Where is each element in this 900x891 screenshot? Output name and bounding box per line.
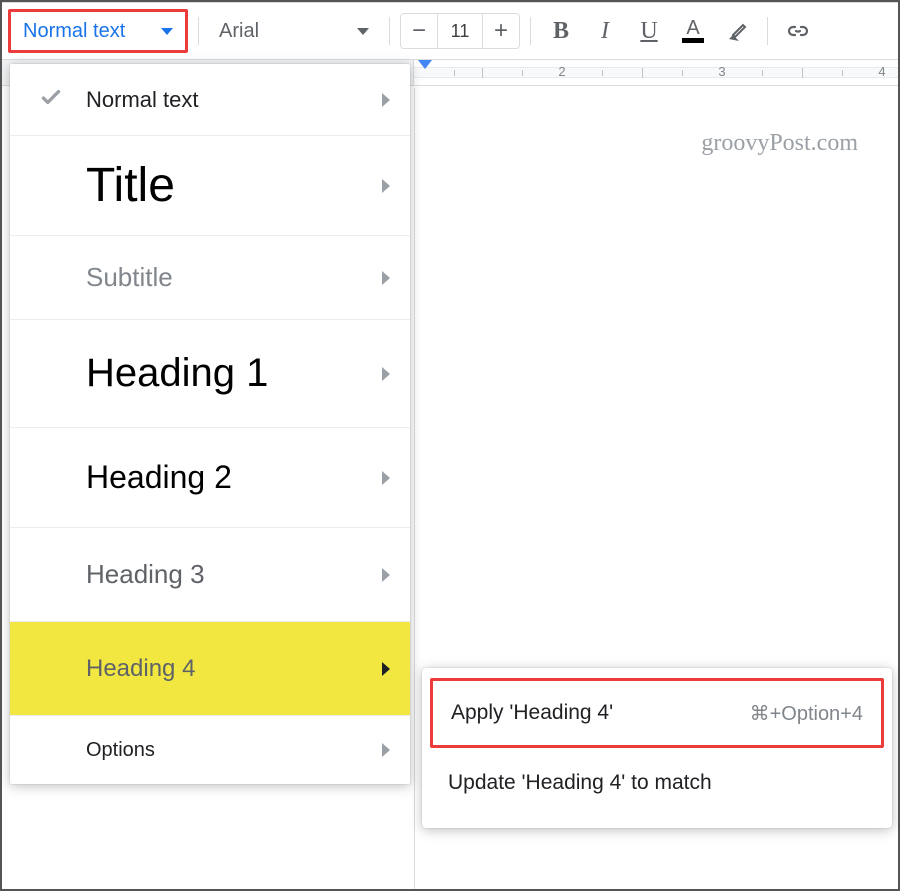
text-color-letter: A [686,19,699,37]
style-option-heading-1[interactable]: Heading 1 [10,320,410,428]
toolbar: Normal text Arial − + B I U A [2,2,898,60]
font-family-dropdown[interactable]: Arial [209,11,379,51]
bold-button[interactable]: B [541,11,581,51]
checkmark-icon [38,84,64,115]
paragraph-styles-label: Normal text [23,20,125,43]
style-option-label: Title [86,158,382,213]
toolbar-separator [198,17,199,45]
submenu-arrow-icon [382,471,390,485]
style-option-heading-2[interactable]: Heading 2 [10,428,410,528]
update-heading-4-item[interactable]: Update 'Heading 4' to match [422,748,892,818]
style-option-label: Subtitle [86,262,382,293]
style-option-label: Heading 4 [86,655,382,683]
ruler-number: 2 [558,64,565,79]
style-option-options[interactable]: Options [10,716,410,784]
style-option-subtitle[interactable]: Subtitle [10,236,410,320]
font-size-group: − + [400,13,520,49]
toolbar-separator [767,17,768,45]
heading-4-submenu: Apply 'Heading 4' ⌘+Option+4 Update 'Hea… [422,668,892,828]
style-option-label: Normal text [86,87,382,113]
style-option-label: Heading 2 [86,459,382,496]
italic-button[interactable]: I [585,11,625,51]
caret-down-icon [357,28,369,35]
submenu-arrow-icon [382,179,390,193]
watermark: groovyPost.com [701,130,858,157]
highlight-color-button[interactable] [717,11,757,51]
toolbar-separator [530,17,531,45]
style-option-label: Heading 1 [86,351,382,396]
paragraph-styles-dropdown[interactable]: Normal text [8,9,188,53]
underline-button[interactable]: U [629,11,669,51]
submenu-arrow-icon [382,367,390,381]
style-option-heading-3[interactable]: Heading 3 [10,528,410,622]
style-option-label: Heading 3 [86,559,382,590]
first-line-indent-marker[interactable] [418,60,432,69]
increase-font-size-button[interactable]: + [483,14,519,48]
insert-link-button[interactable] [778,11,818,51]
apply-heading-4-item[interactable]: Apply 'Heading 4' ⌘+Option+4 [430,678,884,748]
submenu-arrow-icon [382,662,390,676]
toolbar-separator [389,17,390,45]
ruler-number: 4 [878,64,885,79]
submenu-arrow-icon [382,271,390,285]
ruler-number: 3 [718,64,725,79]
style-option-label: Options [86,739,382,762]
font-family-label: Arial [219,20,259,43]
text-color-button[interactable]: A [673,11,713,51]
style-option-title[interactable]: Title [10,136,410,236]
font-size-input[interactable] [437,14,483,48]
decrease-font-size-button[interactable]: − [401,14,437,48]
submenu-item-label: Update 'Heading 4' to match [448,771,866,795]
paragraph-styles-menu: Normal text Title Subtitle Heading 1 Hea… [10,64,410,784]
style-option-normal-text[interactable]: Normal text [10,64,410,136]
caret-down-icon [161,28,173,35]
submenu-item-label: Apply 'Heading 4' [451,701,750,725]
submenu-arrow-icon [382,93,390,107]
keyboard-shortcut: ⌘+Option+4 [750,701,863,726]
text-color-swatch [682,38,704,43]
style-option-heading-4[interactable]: Heading 4 [10,622,410,716]
submenu-arrow-icon [382,568,390,582]
submenu-arrow-icon [382,743,390,757]
